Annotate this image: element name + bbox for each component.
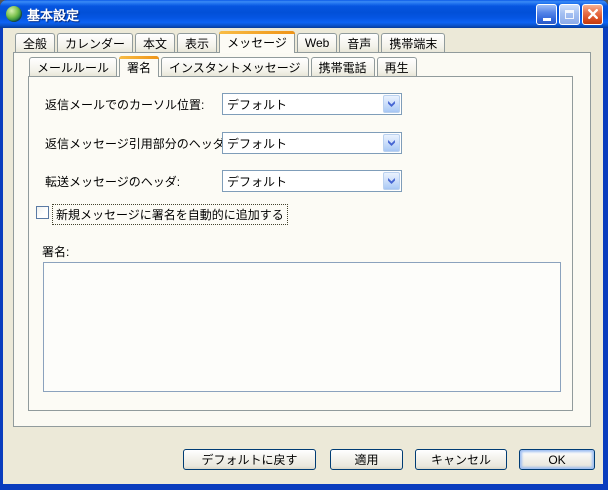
tab-general[interactable]: 全般 bbox=[15, 33, 56, 52]
reply-cursor-position-label: 返信メールでのカーソル位置: bbox=[45, 98, 205, 112]
tab-calendar[interactable]: カレンダー bbox=[57, 33, 134, 52]
window-title: 基本設定 bbox=[27, 7, 80, 23]
tab-display[interactable]: 表示 bbox=[177, 33, 218, 52]
dropdown-arrow-button[interactable] bbox=[383, 172, 400, 190]
forward-header-value: デフォルト bbox=[227, 174, 288, 189]
tab-mobile-phone[interactable]: 携帯電話 bbox=[310, 57, 375, 76]
close-button[interactable] bbox=[582, 3, 603, 25]
maximize-button[interactable] bbox=[559, 3, 580, 25]
maximize-icon bbox=[565, 9, 574, 19]
reply-cursor-position-value: デフォルト bbox=[227, 97, 288, 112]
close-icon bbox=[587, 9, 598, 19]
chevron-down-icon bbox=[388, 178, 395, 184]
secondary-tab-row: メールルール 署名 インスタントメッセージ 携帯電話 再生 bbox=[29, 56, 417, 77]
window-controls bbox=[536, 3, 603, 25]
reply-quote-header-label: 返信メッセージ引用部分のヘッダ: bbox=[45, 137, 229, 151]
signature-textarea[interactable] bbox=[43, 262, 561, 392]
chevron-down-icon bbox=[388, 101, 395, 107]
ok-button[interactable]: OK bbox=[519, 449, 595, 470]
tab-message[interactable]: メッセージ bbox=[219, 31, 295, 53]
apply-button[interactable]: 適用 bbox=[330, 449, 403, 470]
chevron-down-icon bbox=[388, 140, 395, 146]
minimize-button[interactable] bbox=[536, 3, 557, 25]
title-bar: 基本設定 bbox=[0, 0, 608, 28]
reply-cursor-position-select[interactable]: デフォルト bbox=[222, 93, 402, 115]
preferences-dialog: 基本設定 全般 カレンダー 本文 表示 メッセージ Web 音声 携帯端末 メー… bbox=[0, 0, 608, 490]
reply-quote-header-select[interactable]: デフォルト bbox=[222, 132, 402, 154]
tab-mail-rules[interactable]: メールルール bbox=[29, 57, 118, 76]
cancel-button[interactable]: キャンセル bbox=[415, 449, 507, 470]
tab-web[interactable]: Web bbox=[296, 33, 338, 52]
dropdown-arrow-button[interactable] bbox=[383, 134, 400, 152]
auto-signature-label[interactable]: 新規メッセージに署名を自動的に追加する bbox=[52, 204, 288, 225]
tab-signature[interactable]: 署名 bbox=[119, 56, 160, 77]
tab-audio[interactable]: 音声 bbox=[339, 33, 380, 52]
forward-header-select[interactable]: デフォルト bbox=[222, 170, 402, 192]
tab-body-text[interactable]: 本文 bbox=[135, 33, 176, 52]
tab-mobile-device[interactable]: 携帯端末 bbox=[381, 33, 446, 52]
tab-playback[interactable]: 再生 bbox=[376, 57, 417, 76]
tab-instant-message[interactable]: インスタントメッセージ bbox=[161, 57, 309, 76]
dropdown-arrow-button[interactable] bbox=[383, 95, 400, 113]
reply-quote-header-value: デフォルト bbox=[227, 136, 288, 151]
forward-header-label: 転送メッセージのヘッダ: bbox=[45, 175, 181, 189]
app-icon bbox=[6, 6, 22, 22]
minimize-icon bbox=[542, 17, 551, 21]
restore-defaults-button[interactable]: デフォルトに戻す bbox=[183, 449, 316, 470]
auto-signature-checkbox[interactable] bbox=[36, 206, 49, 219]
primary-tab-row: 全般 カレンダー 本文 表示 メッセージ Web 音声 携帯端末 bbox=[15, 31, 446, 53]
signature-label: 署名: bbox=[42, 245, 70, 259]
